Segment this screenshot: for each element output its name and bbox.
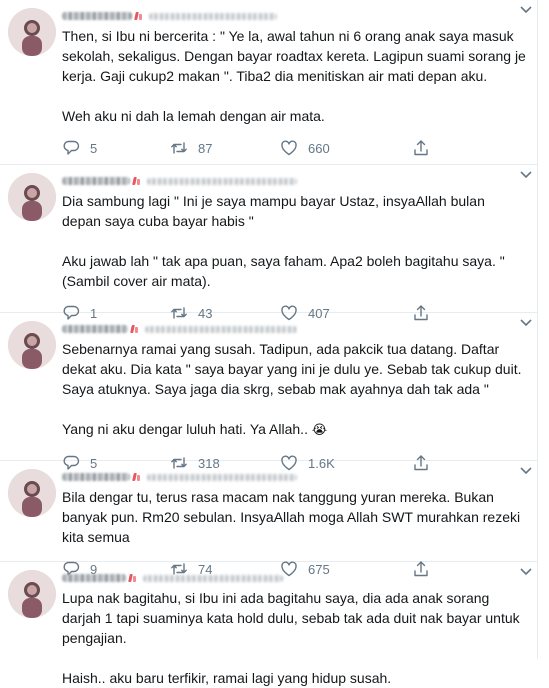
verified-mark — [128, 574, 137, 583]
tweet-header — [62, 6, 527, 26]
user-handle[interactable] — [143, 574, 283, 582]
display-name[interactable] — [62, 574, 126, 582]
tweet[interactable]: Dia sambung lagi " Ini je saya mampu bay… — [0, 165, 537, 321]
chevron-down-icon[interactable] — [519, 566, 533, 578]
retweet-count: 87 — [198, 140, 213, 156]
verified-mark — [132, 177, 141, 186]
tweet-header — [62, 467, 527, 487]
chevron-down-icon[interactable] — [519, 169, 533, 181]
user-handle[interactable] — [149, 12, 277, 20]
display-name[interactable] — [62, 177, 130, 185]
avatar[interactable] — [8, 469, 56, 517]
verified-mark — [134, 12, 143, 21]
tweet-paragraph: Sebenarnya ramai yang susah. Tadipun, ad… — [62, 341, 522, 397]
tweet-paragraph: Then, si Ibu ni bercerita : " Ye la, awa… — [62, 28, 526, 84]
tweet-thread: Then, si Ibu ni bercerita : " Ye la, awa… — [0, 0, 538, 686]
tweet[interactable]: Sebenarnya ramai yang susah. Tadipun, ad… — [0, 313, 537, 471]
avatar[interactable] — [8, 321, 56, 369]
tweet-paragraph: Dia sambung lagi " Ini je saya mampu bay… — [62, 193, 485, 229]
user-handle[interactable] — [145, 325, 297, 333]
reply-count: 5 — [90, 140, 98, 156]
tweet-text: Sebenarnya ramai yang susah. Tadipun, ad… — [62, 339, 527, 441]
display-name[interactable] — [62, 325, 128, 333]
tweet-paragraph: Haish.. aku baru terfikir, ramai lagi ya… — [62, 670, 392, 686]
display-name[interactable] — [62, 12, 132, 20]
tweet[interactable]: Bila dengar tu, terus rasa macam nak tan… — [0, 461, 537, 577]
verified-mark — [130, 325, 139, 334]
tweet-text: Lupa nak bagitahu, si Ibu ini ada bagita… — [62, 588, 527, 688]
avatar[interactable] — [8, 173, 56, 221]
retweet-button[interactable]: 87 — [170, 139, 280, 157]
chevron-down-icon[interactable] — [519, 4, 533, 16]
avatar[interactable] — [8, 8, 56, 56]
tweet-paragraph: Weh aku ni dah la lemah dengan air mata. — [62, 108, 325, 124]
retweet-icon — [171, 142, 187, 154]
tweet-paragraph: Lupa nak bagitahu, si Ibu ini ada bagita… — [62, 590, 520, 646]
share-button[interactable] — [412, 139, 436, 157]
tweet-paragraph-text: Yang ni aku dengar luluh hati. Ya Allah.… — [62, 421, 308, 437]
display-name[interactable] — [62, 473, 130, 481]
tweet-header — [62, 568, 527, 588]
tweet[interactable]: Then, si Ibu ni bercerita : " Ye la, awa… — [0, 0, 537, 165]
chevron-down-icon[interactable] — [519, 465, 533, 477]
tweet-text: Bila dengar tu, terus rasa macam nak tan… — [62, 487, 527, 547]
reply-button[interactable]: 5 — [62, 139, 170, 157]
tweet-actions: 5 87 660 — [62, 130, 527, 166]
tweet-text: Dia sambung lagi " Ini je saya mampu bay… — [62, 191, 527, 291]
user-handle[interactable] — [147, 473, 297, 481]
share-icon — [414, 140, 428, 156]
tweet-text: Then, si Ibu ni bercerita : " Ye la, awa… — [62, 26, 527, 126]
tweet-paragraph: Yang ni aku dengar luluh hati. Ya Allah.… — [62, 419, 527, 441]
tweet-paragraph: Aku jawab lah " tak apa puan, saya faham… — [62, 253, 505, 289]
avatar[interactable] — [8, 570, 56, 618]
like-button[interactable]: 660 — [280, 139, 412, 157]
tweet-paragraph: Bila dengar tu, terus rasa macam nak tan… — [62, 489, 521, 545]
verified-mark — [132, 473, 141, 482]
reply-icon — [63, 140, 80, 155]
tweet-header — [62, 171, 527, 191]
crying-face-emoji: 😭 — [311, 423, 328, 438]
heart-icon — [281, 140, 297, 156]
user-handle[interactable] — [147, 177, 297, 185]
tweet-header — [62, 319, 527, 339]
like-count: 660 — [308, 140, 330, 156]
chevron-down-icon[interactable] — [519, 317, 533, 329]
tweet[interactable]: Lupa nak bagitahu, si Ibu ini ada bagita… — [0, 562, 537, 686]
